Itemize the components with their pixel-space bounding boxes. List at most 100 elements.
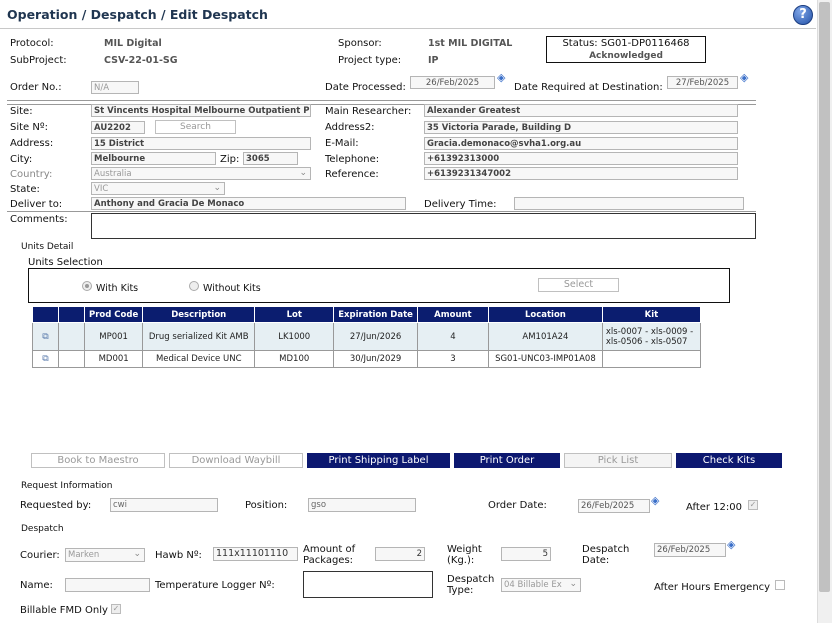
calendar-icon[interactable]: ◈ (651, 494, 659, 507)
calendar-icon[interactable]: ◈ (740, 71, 748, 84)
name-label: Name: (20, 580, 53, 591)
weight-label-line2: (Kg.): (447, 555, 475, 566)
delivery-time-field[interactable] (514, 197, 744, 210)
table-header-blank (58, 306, 85, 323)
requested-by-label: Requested by: (20, 500, 92, 511)
table-row[interactable]: ⧉ MP001 Drug serialized Kit AMB LK1000 2… (32, 322, 701, 351)
header-divider (0, 28, 816, 29)
weight-label: Weight (Kg.): (447, 544, 482, 566)
hawb-field[interactable]: 111x11101110 (213, 547, 298, 561)
amount-packages-field[interactable]: 2 (375, 547, 425, 561)
site-field[interactable]: St Vincents Hospital Melbourne Outpatien… (91, 104, 311, 117)
with-kits-radio[interactable] (82, 281, 92, 291)
date-required-field[interactable]: 27/Feb/2025 (667, 76, 738, 89)
blank-cell (58, 322, 85, 351)
comments-textarea[interactable] (91, 213, 756, 239)
billable-fmd-label: Billable FMD Only (20, 605, 108, 616)
help-icon[interactable]: ? (793, 5, 813, 25)
lot-cell: MD100 (254, 350, 335, 368)
after-hours-label: After Hours Emergency (654, 582, 771, 593)
chevron-down-icon: ⌄ (299, 168, 307, 178)
amount-packages-label-line1: Amount of (303, 544, 356, 555)
temp-logger-textarea[interactable] (303, 571, 433, 598)
despatch-type-select[interactable]: 04 Billable Ex ⌄ (501, 578, 581, 592)
download-waybill-button[interactable]: Download Waybill (169, 453, 303, 468)
calendar-icon[interactable]: ◈ (727, 538, 735, 551)
after-hours-checkbox[interactable] (775, 580, 785, 590)
col-prod-code: Prod Code (83, 306, 144, 323)
search-button[interactable]: Search (155, 120, 236, 134)
address2-field[interactable]: 35 Victoria Parade, Building D (424, 121, 738, 134)
despatch-heading: Despatch (21, 524, 64, 534)
deliver-to-field[interactable]: Anthony and Gracia De Monaco (91, 197, 406, 210)
without-kits-radio[interactable] (189, 281, 199, 291)
sponsor-value: 1st MIL DIGITAL (428, 38, 513, 49)
courier-value: Marken (68, 550, 100, 560)
copy-icon[interactable]: ⧉ (42, 332, 48, 342)
amount-packages-label-line2: Packages: (303, 555, 354, 566)
kit-cell (601, 350, 701, 368)
main-researcher-label: Main Researcher: (325, 106, 412, 117)
after-1200-checkbox[interactable]: ✓ (748, 500, 758, 510)
email-field[interactable]: Gracia.demonaco@svha1.org.au (424, 137, 738, 150)
subproject-label: SubProject: (10, 55, 67, 66)
country-select[interactable]: Australia ⌄ (91, 167, 311, 180)
telephone-field[interactable]: +61392313000 (424, 152, 738, 165)
despatch-date-field[interactable]: 26/Feb/2025 (654, 543, 726, 557)
order-date-field[interactable]: 26/Feb/2025 (578, 499, 650, 513)
position-label: Position: (245, 500, 288, 511)
copy-icon[interactable]: ⧉ (42, 354, 48, 364)
order-no-field[interactable]: N/A (91, 81, 139, 94)
table-row[interactable]: ⧉ MD001 Medical Device UNC MD100 30/Jun/… (32, 350, 701, 368)
position-field[interactable]: gso (308, 498, 416, 512)
prod-code-cell: MP001 (83, 322, 144, 351)
amount-packages-label: Amount of Packages: (303, 544, 355, 566)
name-field[interactable] (65, 578, 150, 592)
request-info-heading: Request Information (21, 481, 113, 491)
main-researcher-field[interactable]: Alexander Greatest (424, 104, 738, 117)
status-code: Status: SG01-DP0116468 (562, 38, 690, 49)
copy-cell[interactable]: ⧉ (32, 322, 59, 351)
after-1200-label: After 12:00 (686, 502, 743, 513)
address-field[interactable]: 15 District (91, 137, 311, 150)
subproject-value: CSV-22-01-SG (104, 55, 178, 66)
requested-by-field[interactable]: cwi (110, 498, 218, 512)
zip-label: Zip: (220, 154, 240, 165)
project-type-value: IP (428, 55, 439, 66)
despatch-date-label-line2: Date: (582, 555, 610, 566)
date-processed-field[interactable]: 26/Feb/2025 (410, 76, 495, 89)
reference-field[interactable]: +6139231347002 (424, 167, 738, 180)
print-shipping-label-button[interactable]: Print Shipping Label (307, 453, 450, 468)
copy-cell[interactable]: ⧉ (32, 350, 59, 368)
col-lot: Lot (254, 306, 335, 323)
reference-label: Reference: (325, 169, 379, 180)
blank-cell (58, 350, 85, 368)
description-cell: Drug serialized Kit AMB (142, 322, 256, 351)
select-button[interactable]: Select (538, 278, 619, 292)
hawb-label: Hawb Nº: (155, 550, 202, 561)
address2-label: Address2: (325, 122, 375, 133)
book-to-maestro-button[interactable]: Book to Maestro (31, 453, 165, 468)
protocol-value: MIL Digital (104, 38, 162, 49)
pick-list-button[interactable]: Pick List (564, 453, 672, 468)
calendar-icon[interactable]: ◈ (497, 71, 505, 84)
print-order-button[interactable]: Print Order (454, 453, 560, 468)
billable-fmd-checkbox[interactable]: ✓ (111, 604, 121, 614)
col-description: Description (142, 306, 256, 323)
chevron-down-icon: ⌄ (133, 549, 141, 559)
zip-field[interactable]: 3065 (243, 152, 298, 165)
check-kits-button[interactable]: Check Kits (676, 453, 782, 468)
despatch-type-value: 04 Billable Ex (504, 580, 562, 590)
weight-field[interactable]: 5 (501, 547, 551, 561)
scrollbar-thumb[interactable] (819, 2, 830, 592)
courier-select[interactable]: Marken ⌄ (65, 548, 145, 562)
expiration-cell: 30/Jun/2029 (333, 350, 418, 368)
kit-cell: xls-0007 - xls-0009 - xls-0506 - xls-050… (601, 322, 701, 351)
site-no-field[interactable]: AU2202 (91, 121, 145, 134)
city-field[interactable]: Melbourne (91, 152, 216, 165)
despatch-type-label-line2: Type: (447, 585, 474, 596)
col-kit: Kit (601, 306, 701, 323)
date-required-label: Date Required at Destination: (514, 82, 663, 93)
state-select[interactable]: VIC ⌄ (91, 182, 225, 195)
lot-cell: LK1000 (254, 322, 335, 351)
